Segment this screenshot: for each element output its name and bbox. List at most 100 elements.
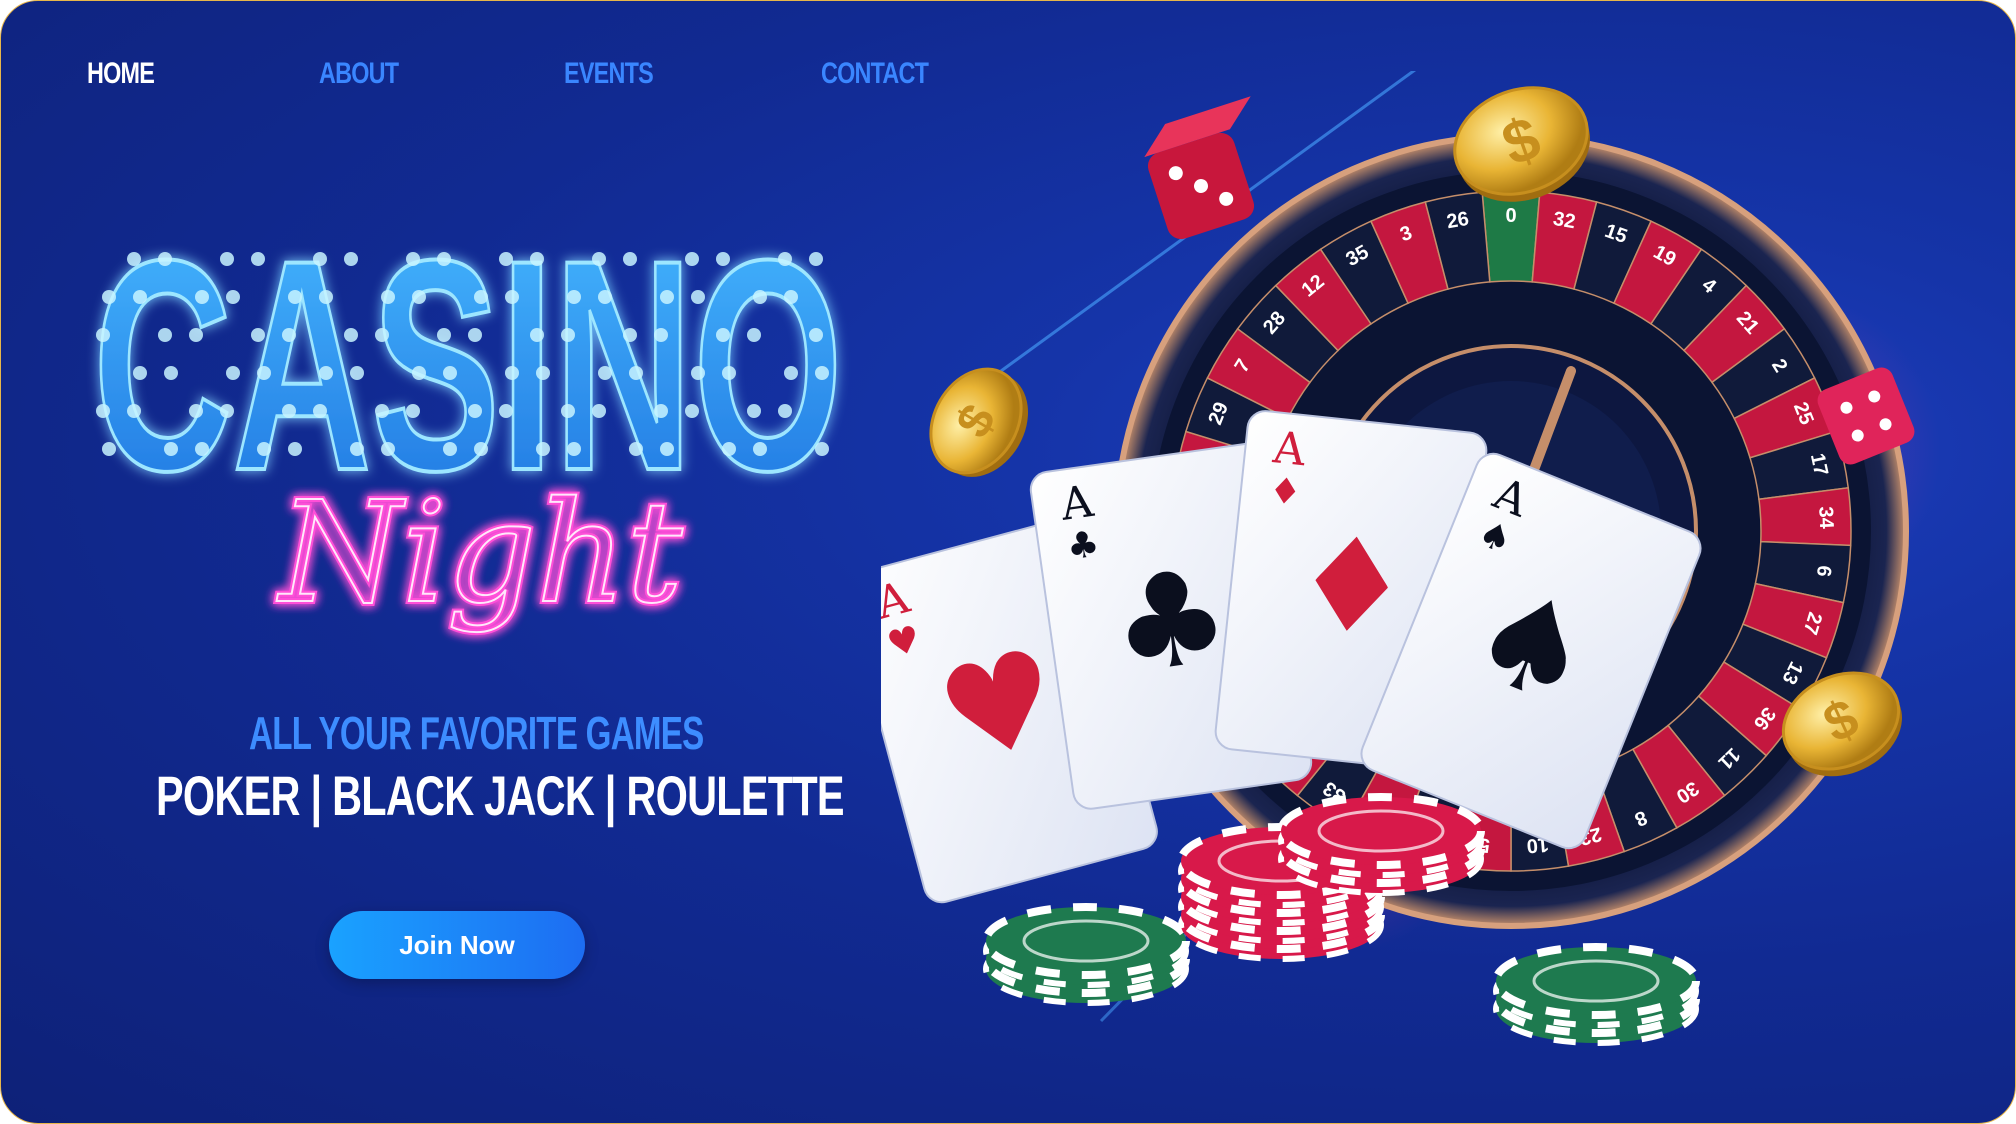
marquee-bulb bbox=[530, 252, 544, 266]
marquee-bulb bbox=[691, 290, 705, 304]
gold-coin-icon: $ bbox=[929, 367, 1029, 477]
marquee-bulb bbox=[189, 328, 203, 342]
poker-chip-icon bbox=[982, 903, 1190, 1006]
marquee-bulb bbox=[344, 252, 358, 266]
marquee-bulb bbox=[412, 366, 426, 380]
nav-about[interactable]: ABOUT bbox=[319, 57, 399, 91]
marquee-bulb bbox=[499, 404, 513, 418]
marquee-bulb bbox=[468, 328, 482, 342]
marquee-bulb bbox=[505, 290, 519, 304]
marquee-bulb bbox=[685, 404, 699, 418]
marquee-bulb bbox=[189, 404, 203, 418]
marquee-bulb bbox=[474, 442, 488, 456]
roulette-number: 32 bbox=[1551, 208, 1577, 233]
marquee-bulb bbox=[226, 290, 240, 304]
marquee-bulb bbox=[344, 328, 358, 342]
marquee-bulb bbox=[195, 442, 209, 456]
marquee-bulb bbox=[437, 328, 451, 342]
marquee-bulb bbox=[722, 442, 736, 456]
marquee-bulb bbox=[443, 366, 457, 380]
marquee-bulb bbox=[598, 366, 612, 380]
marquee-bulb bbox=[536, 366, 550, 380]
marquee-bulb bbox=[691, 366, 705, 380]
marquee-bulb bbox=[654, 328, 668, 342]
marquee-bulb bbox=[623, 252, 637, 266]
diamond-suit-icon: ♦ bbox=[1286, 504, 1418, 667]
poker-chip-icon bbox=[1277, 793, 1485, 896]
marquee-bulb bbox=[784, 366, 798, 380]
marquee-bulb bbox=[685, 252, 699, 266]
marquee-bulb bbox=[809, 252, 823, 266]
marquee-bulb bbox=[809, 328, 823, 342]
marquee-bulb bbox=[102, 442, 116, 456]
marquee-bulb bbox=[505, 366, 519, 380]
marquee-bulb bbox=[282, 404, 296, 418]
marquee-bulb bbox=[437, 252, 451, 266]
roulette-number: 34 bbox=[1814, 506, 1837, 530]
marquee-bulb bbox=[778, 404, 792, 418]
marquee-bulb bbox=[567, 290, 581, 304]
marquee-bulb bbox=[567, 442, 581, 456]
casino-title-text: CASINO bbox=[93, 219, 843, 509]
marquee-bulb bbox=[530, 328, 544, 342]
marquee-bulb bbox=[654, 404, 668, 418]
marquee-bulb bbox=[133, 290, 147, 304]
marquee-bulb bbox=[158, 328, 172, 342]
marquee-bulb bbox=[127, 252, 141, 266]
roulette-number: 17 bbox=[1806, 451, 1832, 477]
marquee-bulb bbox=[226, 366, 240, 380]
marquee-bulb bbox=[716, 328, 730, 342]
marquee-bulb bbox=[313, 252, 327, 266]
marquee-bulb bbox=[375, 404, 389, 418]
marquee-bulb bbox=[784, 290, 798, 304]
card-rank: A bbox=[1270, 422, 1309, 476]
marquee-bulb bbox=[195, 290, 209, 304]
marquee-bulb bbox=[474, 290, 488, 304]
marquee-bulb bbox=[164, 442, 178, 456]
roulette-number: 0 bbox=[1505, 205, 1516, 227]
marquee-bulb bbox=[220, 404, 234, 418]
casino-marquee-title: CASINO bbox=[91, 219, 845, 509]
marquee-bulb bbox=[747, 328, 761, 342]
marquee-bulb bbox=[716, 252, 730, 266]
marquee-bulb bbox=[102, 290, 116, 304]
marquee-bulb bbox=[815, 442, 829, 456]
marquee-bulb bbox=[592, 404, 606, 418]
night-neon-title: Night Night bbox=[273, 471, 686, 638]
marquee-bulb bbox=[375, 328, 389, 342]
marquee-bulb bbox=[536, 442, 550, 456]
diamond-suit-icon: ♦ bbox=[1267, 470, 1303, 514]
marquee-bulb bbox=[747, 404, 761, 418]
marquee-bulb bbox=[381, 442, 395, 456]
marquee-bulb bbox=[778, 252, 792, 266]
marquee-bulb bbox=[251, 328, 265, 342]
marquee-bulb bbox=[443, 442, 457, 456]
marquee-bulb bbox=[158, 252, 172, 266]
marquee-bulb bbox=[561, 404, 575, 418]
marquee-bulb bbox=[592, 252, 606, 266]
marquee-bulb bbox=[499, 252, 513, 266]
marquee-bulb bbox=[319, 366, 333, 380]
roulette-number: 26 bbox=[1445, 208, 1471, 233]
marquee-bulb bbox=[282, 328, 296, 342]
marquee-bulb bbox=[96, 404, 110, 418]
marquee-bulb bbox=[164, 366, 178, 380]
marquee-bulb bbox=[133, 366, 147, 380]
nav-events[interactable]: EVENTS bbox=[564, 57, 654, 91]
join-now-button[interactable]: Join Now bbox=[329, 911, 585, 979]
marquee-bulb bbox=[629, 366, 643, 380]
nav-home[interactable]: HOME bbox=[87, 57, 155, 91]
marquee-bulb bbox=[127, 404, 141, 418]
poker-chip-icon bbox=[1492, 943, 1700, 1046]
marquee-bulb bbox=[406, 252, 420, 266]
landing-page: HOME ABOUT EVENTS CONTACT CASINO Night N… bbox=[0, 0, 2016, 1124]
club-suit-icon: ♣ bbox=[1064, 523, 1102, 568]
club-suit-icon: ♣ bbox=[1102, 538, 1239, 705]
marquee-bulb bbox=[660, 442, 674, 456]
marquee-bulb bbox=[257, 442, 271, 456]
games-list: POKER | BLACK JACK | ROULETTE bbox=[156, 764, 845, 827]
marquee-bulb bbox=[561, 328, 575, 342]
marquee-bulb bbox=[220, 252, 234, 266]
main-nav: HOME ABOUT EVENTS CONTACT bbox=[1, 49, 1001, 99]
night-title-core: Night bbox=[276, 472, 683, 635]
